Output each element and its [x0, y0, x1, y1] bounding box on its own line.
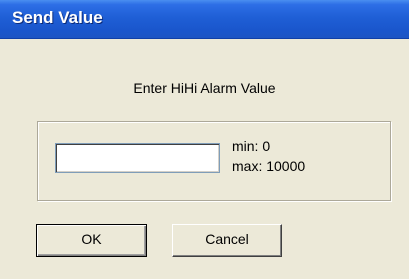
title-bar[interactable]: Send Value: [0, 0, 409, 39]
ok-button[interactable]: OK: [36, 224, 147, 257]
send-value-dialog: Send Value Enter HiHi Alarm Value min: 0…: [0, 0, 409, 279]
prompt-label: Enter HiHi Alarm Value: [133, 80, 276, 96]
min-label: min: 0: [232, 138, 271, 154]
cancel-button[interactable]: Cancel: [172, 224, 282, 257]
max-label: max: 10000: [232, 158, 306, 174]
alarm-value-input[interactable]: [55, 143, 220, 173]
window-title: Send Value: [12, 8, 103, 27]
